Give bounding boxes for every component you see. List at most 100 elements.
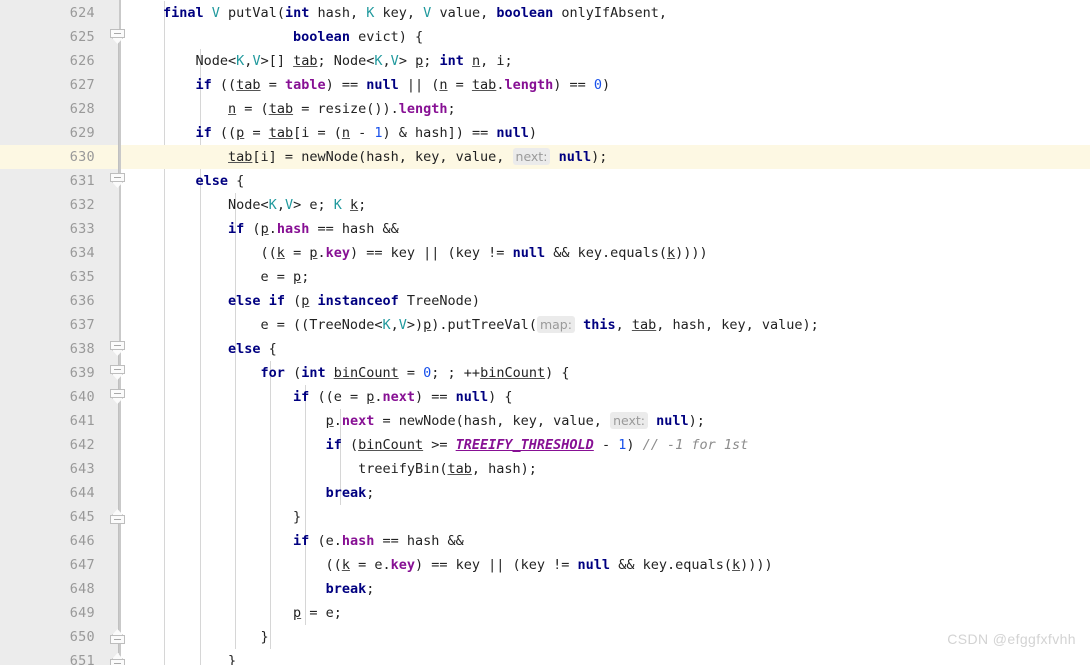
code-token: putVal( [219,5,285,21]
code-token: >[] [260,53,294,69]
code-line-text: e = ((TreeNode<K,V>)p).putTreeVal(map: t… [163,313,819,337]
code-line-631[interactable]: else { [121,169,1090,193]
code-line-645[interactable]: } [121,505,1090,529]
code-line-649[interactable]: p = e; [121,601,1090,625]
code-token: hash [276,221,310,237]
code-token: instanceof [317,293,399,309]
code-line-624[interactable]: final V putVal(int hash, K key, V value,… [121,1,1090,25]
code-line-638[interactable]: else { [121,337,1090,361]
code-line-635[interactable]: e = p; [121,265,1090,289]
gutter-line-628[interactable]: 628 [0,97,119,121]
gutter-line-643[interactable]: 643 [0,457,119,481]
gutter-line-626[interactable]: 626 [0,49,119,73]
code-line-text: break; [163,577,375,601]
code-line-641[interactable]: p.next = newNode(hash, key, value, next:… [121,409,1090,433]
code-token: // -1 for 1st [642,437,749,453]
code-token: if [195,125,212,141]
code-token: key, [374,5,424,21]
code-line-628[interactable]: n = (tab = resize()).length; [121,97,1090,121]
gutter-line-640[interactable]: 640 [0,385,119,409]
gutter-line-646[interactable]: 646 [0,529,119,553]
code-line-text: final V putVal(int hash, K key, V value,… [163,1,667,25]
gutter-line-633[interactable]: 633 [0,217,119,241]
gutter-line-647[interactable]: 647 [0,553,119,577]
gutter-line-635[interactable]: 635 [0,265,119,289]
code-line-642[interactable]: if (binCount >= TREEIFY_THRESHOLD - 1) /… [121,433,1090,457]
gutter-line-632[interactable]: 632 [0,193,119,217]
code-editor[interactable]: 624 625 626 627 628 629 630 631 632 633 634 635 636 6… [0,0,1090,665]
code-line-636[interactable]: else if (p instanceof TreeNode) [121,289,1090,313]
code-token: ( [341,437,359,453]
code-line-648[interactable]: break; [121,577,1090,601]
code-line-637[interactable]: e = ((TreeNode<K,V>)p).putTreeVal(map: t… [121,313,1090,337]
gutter-line-639[interactable]: 639 [0,361,119,385]
code-token: null [496,125,529,141]
code-line-646[interactable]: if (e.hash == hash && [121,529,1090,553]
code-token: ( [244,221,261,237]
gutter-line-625[interactable]: 625 [0,25,119,49]
gutter-line-642[interactable]: 642 [0,433,119,457]
code-line-651[interactable]: } [121,649,1090,665]
parameter-hint[interactable]: map: [536,316,575,333]
code-token: p [293,269,302,285]
code-token: = [398,365,424,381]
code-line-640[interactable]: if ((e = p.next) == null) { [121,385,1090,409]
code-line-650[interactable]: } [121,625,1090,649]
editor-gutter[interactable]: 624 625 626 627 628 629 630 631 632 633 634 635 636 6… [0,0,119,665]
gutter-line-644[interactable]: 644 [0,481,119,505]
gutter-line-650[interactable]: 650 [0,625,119,649]
parameter-hint[interactable]: next: [610,412,648,429]
gutter-line-636[interactable]: 636 [0,289,119,313]
parameter-hint[interactable]: next: [512,148,551,165]
code-token: k [341,557,350,573]
gutter-line-651[interactable]: 651 [0,649,119,665]
code-token: Node< [163,53,237,69]
line-number: 627 [69,77,95,93]
gutter-line-631[interactable]: 631 [0,169,119,193]
code-line-629[interactable]: if ((p = tab[i = (n - 1) & hash]) == nul… [121,121,1090,145]
gutter-line-624[interactable]: 624 [0,1,119,25]
code-token: > [398,53,416,69]
gutter-line-641[interactable]: 641 [0,409,119,433]
code-line-text: else { [163,337,277,361]
gutter-line-638[interactable]: 638 [0,337,119,361]
line-number: 645 [69,509,95,525]
gutter-line-649[interactable]: 649 [0,601,119,625]
gutter-line-629[interactable]: 629 [0,121,119,145]
code-token: ( [284,365,302,381]
gutter-line-648[interactable]: 648 [0,577,119,601]
code-line-643[interactable]: treeifyBin(tab, hash); [121,457,1090,481]
gutter-line-627[interactable]: 627 [0,73,119,97]
code-line-626[interactable]: Node<K,V>[] tab; Node<K,V> p; int n, i; [121,49,1090,73]
gutter-line-645[interactable]: 645 [0,505,119,529]
code-token: ) == [415,389,456,405]
code-token: binCount [480,365,546,381]
gutter-line-630[interactable]: 630 [0,145,119,169]
code-token: if [268,293,285,309]
code-content-area[interactable]: final V putVal(int hash, K key, V value,… [121,0,1090,665]
code-token: - [593,437,619,453]
code-line-632[interactable]: Node<K,V> e; K k; [121,193,1090,217]
code-line-627[interactable]: if ((tab = table) == null || (n = tab.le… [121,73,1090,97]
code-line-634[interactable]: ((k = p.key) == key || (key != null && k… [121,241,1090,265]
code-line-639[interactable]: for (int binCount = 0; ; ++binCount) { [121,361,1090,385]
code-line-644[interactable]: break; [121,481,1090,505]
code-line-625[interactable]: boolean evict) { [121,25,1090,49]
code-token: else [195,173,229,189]
code-line-647[interactable]: ((k = e.key) == key || (key != null && k… [121,553,1090,577]
gutter-line-637[interactable]: 637 [0,313,119,337]
gutter-line-634[interactable]: 634 [0,241,119,265]
code-token: key [325,245,350,261]
code-token: ) & hash]) == [382,125,497,141]
code-line-text: if ((tab = table) == null || (n = tab.le… [163,73,611,97]
code-token: int [439,53,464,69]
code-line-633[interactable]: if (p.hash == hash && [121,217,1090,241]
code-line-630[interactable]: tab[i] = newNode(hash, key, value, next:… [121,145,1090,169]
line-number: 635 [69,269,95,285]
